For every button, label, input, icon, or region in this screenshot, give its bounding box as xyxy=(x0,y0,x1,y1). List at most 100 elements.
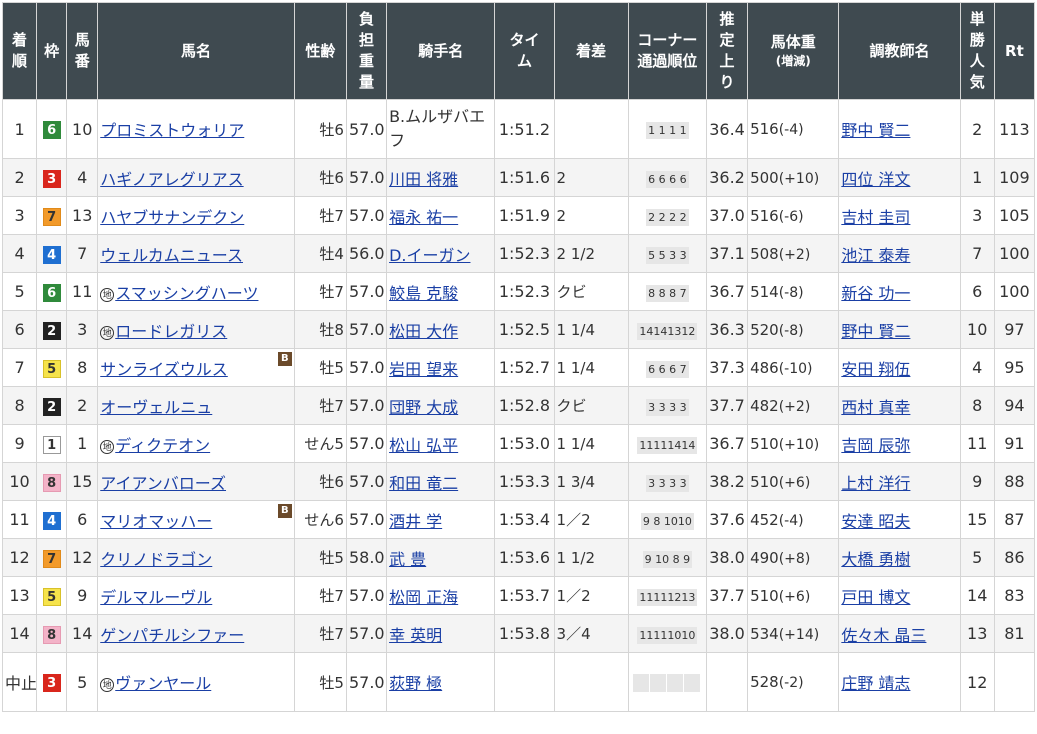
horse-link[interactable]: ハギノアレグリアス xyxy=(100,170,243,189)
trainer-link[interactable]: 野中 賢二 xyxy=(841,121,910,140)
jockey-link[interactable]: 松田 大作 xyxy=(389,322,458,341)
bodyweight-change: (+6) xyxy=(778,588,811,605)
time-cell xyxy=(494,652,555,712)
horse-link[interactable]: デルマルーヴル xyxy=(100,588,212,607)
trainer-link[interactable]: 大橋 勇樹 xyxy=(841,550,910,569)
rating-cell: 97 xyxy=(993,310,1036,349)
jockey-cell: 荻野 極 xyxy=(386,652,496,712)
waku-badge: 4 xyxy=(42,511,61,530)
jockey-link[interactable]: 幸 英明 xyxy=(389,626,442,645)
table-row: 9 1 1 地ディクテオン せん5 57.0 松山 弘平 1:53.0 1 1/4 1111141… xyxy=(1,424,1036,463)
popularity-cell: 14 xyxy=(959,576,995,615)
trainer-link[interactable]: 安田 翔伍 xyxy=(841,360,910,379)
jockey-link[interactable]: 川田 将雅 xyxy=(389,170,458,189)
waku-cell: 3 xyxy=(36,158,68,197)
horse-cell: オーヴェルニュ xyxy=(97,386,295,425)
rank-cell: 2 xyxy=(1,158,38,197)
waku-cell: 7 xyxy=(36,196,68,235)
trainer-link[interactable]: 吉村 圭司 xyxy=(841,208,910,227)
popularity-cell: 10 xyxy=(959,310,995,349)
margin-cell: 1／2 xyxy=(553,576,629,615)
horse-link[interactable]: アイアンバローズ xyxy=(100,474,226,493)
waku-badge: 4 xyxy=(42,245,61,264)
horse-link[interactable]: マリオマッハー xyxy=(100,512,212,531)
horse-link[interactable]: ヴァンヤール xyxy=(115,674,211,693)
time-cell: 1:52.7 xyxy=(494,348,555,387)
rating-cell: 94 xyxy=(993,386,1036,425)
jockey-link[interactable]: B.ムルザバエフ xyxy=(389,105,493,153)
trainer-link[interactable]: 野中 賢二 xyxy=(841,322,910,341)
local-horse-icon: 地 xyxy=(100,439,115,454)
weight-cell: 58.0 xyxy=(345,538,388,577)
jockey-link[interactable]: 鮫島 克駿 xyxy=(389,284,458,303)
time-cell: 1:53.4 xyxy=(494,500,555,539)
horse-link[interactable]: ハヤブサナンデクン xyxy=(100,208,244,227)
jockey-link[interactable]: 福永 祐一 xyxy=(389,208,458,227)
bodyweight-cell: 514(-8) xyxy=(747,272,840,311)
jockey-link[interactable]: 荻野 極 xyxy=(389,674,442,693)
horse-cell: ハヤブサナンデクン xyxy=(97,196,295,235)
time-cell: 1:51.2 xyxy=(494,99,555,159)
rank-cell: 7 xyxy=(1,348,38,387)
rank-value: 2 xyxy=(14,168,25,187)
rank-cell: 14 xyxy=(1,614,38,653)
waku-cell: 1 xyxy=(36,424,68,463)
margin-cell xyxy=(553,652,629,712)
trainer-link[interactable]: 西村 真幸 xyxy=(841,398,910,417)
jockey-link[interactable]: D.イーガン xyxy=(389,246,470,265)
trainer-link[interactable]: 新谷 功一 xyxy=(841,284,910,303)
trainer-link[interactable]: 池江 泰寿 xyxy=(841,246,910,265)
waku-badge: 2 xyxy=(42,321,61,340)
rating-cell: 100 xyxy=(993,234,1036,273)
horse-link[interactable]: プロミストウォリア xyxy=(100,121,244,140)
horse-link[interactable]: ディクテオン xyxy=(115,436,210,455)
jockey-link[interactable]: 松岡 正海 xyxy=(389,588,458,607)
horse-link[interactable]: サンライズウルス xyxy=(100,360,228,379)
trainer-link[interactable]: 庄野 靖志 xyxy=(841,674,910,693)
rating-cell xyxy=(993,652,1036,712)
jockey-link[interactable]: 酒井 学 xyxy=(389,512,442,531)
rank-cell: 12 xyxy=(1,538,38,577)
trainer-cell: 佐々木 晶三 xyxy=(838,614,961,653)
trainer-link[interactable]: 戸田 博文 xyxy=(841,588,910,607)
trainer-link[interactable]: 吉岡 辰弥 xyxy=(841,436,910,455)
horse-link[interactable]: スマッシングハーツ xyxy=(115,284,258,303)
bodyweight-value: 500 xyxy=(750,168,779,187)
trainer-link[interactable]: 上村 洋行 xyxy=(841,474,910,493)
horse-link[interactable]: ウェルカムニュース xyxy=(100,246,243,265)
jockey-link[interactable]: 松山 弘平 xyxy=(389,436,458,455)
waku-cell: 6 xyxy=(36,272,68,311)
bodyweight-cell: 516(-6) xyxy=(747,196,840,235)
col-waku: 枠 xyxy=(36,2,68,100)
last3f-cell: 38.0 xyxy=(705,538,749,577)
rank-value: 4 xyxy=(14,244,25,263)
horse-link[interactable]: ロードレガリス xyxy=(115,322,227,341)
horse-link[interactable]: ゲンパチルシファー xyxy=(100,626,244,645)
jockey-cell: 松田 大作 xyxy=(386,310,496,349)
jockey-link[interactable]: 和田 竜二 xyxy=(389,474,458,493)
rank-cell: 11 xyxy=(1,500,38,539)
corner-positions: 3 3 3 3 xyxy=(646,474,689,492)
table-row: 13 5 9 デルマルーヴル 牡7 57.0 松岡 正海 1:53.7 1／2 11111213 3… xyxy=(1,576,1036,615)
table-row: 4 4 7 ウェルカムニュース 牡4 56.0 D.イーガン 1:52.3 2 1/2 5 5 3… xyxy=(1,234,1036,273)
trainer-link[interactable]: 佐々木 晶三 xyxy=(841,626,926,645)
horse-link[interactable]: クリノドラゴン xyxy=(100,550,212,569)
rank-cell: 6 xyxy=(1,310,38,349)
popularity-cell: 3 xyxy=(959,196,995,235)
jockey-cell: 幸 英明 xyxy=(386,614,496,653)
jockey-link[interactable]: 武 豊 xyxy=(389,550,426,569)
bodyweight-change: (-2) xyxy=(778,675,804,691)
bodyweight-value: 486 xyxy=(750,358,779,377)
corner-blank xyxy=(684,673,701,692)
race-results-table: 着順 枠 馬番 馬名 性齢 負担重量 騎手名 タイム 着差 コーナー通過順位 推… xyxy=(1,2,1036,712)
time-cell: 1:52.3 xyxy=(494,234,555,273)
trainer-link[interactable]: 安達 昭夫 xyxy=(841,512,910,531)
bodyweight-cell: 490(+8) xyxy=(747,538,840,577)
sexage-cell: 牡6 xyxy=(293,462,347,501)
jockey-link[interactable]: 団野 大成 xyxy=(389,398,458,417)
waku-cell: 4 xyxy=(36,500,68,539)
jockey-link[interactable]: 岩田 望来 xyxy=(389,360,458,379)
trainer-link[interactable]: 四位 洋文 xyxy=(841,170,910,189)
bodyweight-change: (+10) xyxy=(778,170,820,187)
horse-link[interactable]: オーヴェルニュ xyxy=(100,398,212,417)
